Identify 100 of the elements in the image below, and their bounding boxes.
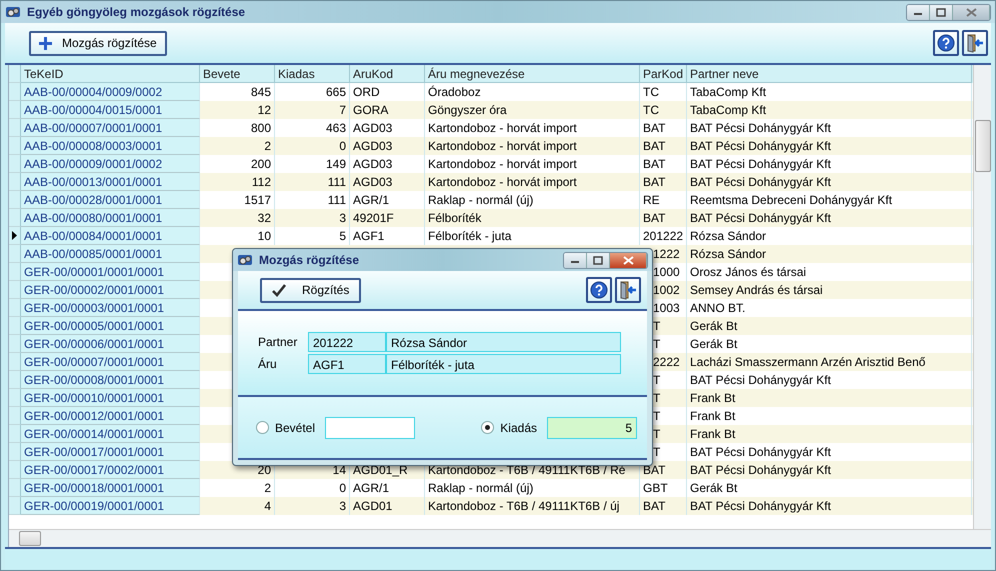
partner-name-cell: Frank Bt bbox=[687, 389, 972, 407]
code-input-field[interactable]: AGF1 bbox=[308, 354, 386, 374]
id-cell: GER-00/00005/0001/0001 bbox=[21, 317, 200, 335]
id-cell: AAB-00/00013/0001/0001 bbox=[21, 173, 200, 191]
out-quantity-cell: 3 bbox=[275, 209, 350, 227]
id-cell: GER-00/00017/0001/0001 bbox=[21, 443, 200, 461]
id-cell: GER-00/00018/0001/0001 bbox=[21, 479, 200, 497]
close-icon bbox=[966, 8, 976, 16]
minimize-button[interactable] bbox=[564, 252, 587, 268]
id-cell: AAB-00/00004/0015/0001 bbox=[21, 101, 200, 119]
id-cell: AAB-00/00004/0009/0002 bbox=[21, 83, 200, 101]
item-name-cell: Kartondoboz - horvát import bbox=[425, 137, 640, 155]
id-cell: GER-00/00019/0001/0001 bbox=[21, 497, 200, 515]
id-cell: GER-00/00001/0001/0001 bbox=[21, 263, 200, 281]
name-input-field[interactable]: Félboríték - juta bbox=[386, 354, 621, 374]
radio-option[interactable]: Kiadás bbox=[481, 420, 537, 434]
in-quantity-cell: 32 bbox=[200, 209, 275, 227]
field-label: Áru bbox=[258, 357, 278, 371]
id-cell: AAB-00/00007/0001/0001 bbox=[21, 119, 200, 137]
partner-code-cell: BAT bbox=[640, 497, 687, 515]
column-header[interactable]: Áru megnevezése bbox=[425, 65, 640, 83]
id-cell: GER-00/00007/0001/0001 bbox=[21, 353, 200, 371]
column-header[interactable]: AruKod bbox=[350, 65, 425, 83]
out-quantity-cell: 3 bbox=[275, 497, 350, 515]
column-header[interactable]: Partner neve bbox=[687, 65, 972, 83]
plus-icon bbox=[39, 36, 52, 50]
maximize-icon bbox=[936, 8, 946, 16]
column-header[interactable]: Bevete bbox=[200, 65, 275, 83]
close-button[interactable] bbox=[610, 252, 647, 268]
out-quantity-cell: 0 bbox=[275, 137, 350, 155]
item-code-cell: AGD03 bbox=[350, 137, 425, 155]
id-cell: GER-00/00008/0001/0001 bbox=[21, 371, 200, 389]
partner-name-cell: BAT Pécsi Dohánygyár Kft bbox=[687, 173, 972, 191]
item-name-cell: Kartondoboz - horvát import bbox=[425, 173, 640, 191]
window-title: Egyéb göngyöleg mozgások rögzítése bbox=[27, 5, 246, 19]
maximize-icon bbox=[593, 256, 603, 264]
exit-door-icon bbox=[619, 280, 637, 300]
item-code-cell: GORA bbox=[350, 101, 425, 119]
maximize-button[interactable] bbox=[930, 4, 953, 20]
id-cell: AAB-00/00085/0001/0001 bbox=[21, 245, 200, 263]
code-input-field[interactable]: 201222 bbox=[308, 332, 386, 352]
partner-name-cell: Rózsa Sándor bbox=[687, 245, 972, 263]
in-quantity-cell: 4 bbox=[200, 497, 275, 515]
scroll-thumb[interactable] bbox=[974, 120, 990, 172]
exit-door-icon bbox=[966, 33, 984, 53]
help-icon bbox=[590, 281, 608, 299]
scroll-thumb[interactable] bbox=[19, 531, 41, 546]
partner-name-cell: BAT Pécsi Dohánygyár Kft bbox=[687, 209, 972, 227]
id-cell: GER-00/00012/0001/0001 bbox=[21, 407, 200, 425]
partner-name-cell: BAT Pécsi Dohánygyár Kft bbox=[687, 137, 972, 155]
vertical-scrollbar[interactable] bbox=[973, 65, 991, 529]
id-cell: AAB-00/00028/0001/0001 bbox=[21, 191, 200, 209]
quantity-field[interactable]: 5 bbox=[547, 416, 637, 438]
horizontal-scrollbar[interactable] bbox=[9, 529, 991, 547]
in-quantity-cell: 112 bbox=[200, 173, 275, 191]
name-input-field[interactable]: Rózsa Sándor bbox=[386, 332, 621, 352]
out-quantity-cell: 111 bbox=[275, 173, 350, 191]
id-cell: AAB-00/00009/0001/0002 bbox=[21, 155, 200, 173]
item-code-cell: AGD03 bbox=[350, 173, 425, 191]
id-cell: GER-00/00010/0001/0001 bbox=[21, 389, 200, 407]
exit-button[interactable] bbox=[962, 30, 988, 56]
help-icon bbox=[937, 34, 955, 52]
item-name-cell: Göngyszer óra bbox=[425, 101, 640, 119]
id-cell: AAB-00/00008/0003/0001 bbox=[21, 137, 200, 155]
item-code-cell: AGD01 bbox=[350, 497, 425, 515]
save-button[interactable]: Rögzítés bbox=[260, 278, 362, 302]
in-quantity-cell: 12 bbox=[200, 101, 275, 119]
quantity-field[interactable] bbox=[325, 416, 416, 438]
add-movement-button[interactable]: Mozgás rögzítése bbox=[29, 30, 167, 56]
id-cell: GER-00/00002/0001/0001 bbox=[21, 281, 200, 299]
checkmark-icon bbox=[272, 284, 286, 296]
partner-code-cell: TC bbox=[640, 101, 687, 119]
partner-name-cell: Gerák Bt bbox=[687, 317, 972, 335]
minimize-button[interactable] bbox=[907, 4, 930, 20]
partner-name-cell: Frank Bt bbox=[687, 425, 972, 443]
dialog-title: Mozgás rögzítése bbox=[259, 253, 360, 267]
id-cell: AAB-00/00080/0001/0001 bbox=[21, 209, 200, 227]
item-name-cell: Félboríték bbox=[425, 209, 640, 227]
close-icon bbox=[622, 256, 634, 264]
radio-option[interactable]: Bevétel bbox=[256, 420, 316, 434]
maximize-button[interactable] bbox=[587, 252, 610, 268]
current-row-icon bbox=[12, 231, 17, 240]
help-button[interactable] bbox=[586, 277, 612, 303]
partner-name-cell: Semsey András és társai bbox=[687, 281, 972, 299]
row-selector[interactable] bbox=[9, 227, 21, 245]
column-header[interactable]: ParKod bbox=[640, 65, 687, 83]
in-quantity-cell: 2 bbox=[200, 137, 275, 155]
id-cell: GER-00/00006/0001/0001 bbox=[21, 335, 200, 353]
partner-code-cell: BAT bbox=[640, 209, 687, 227]
help-button[interactable] bbox=[933, 30, 959, 56]
column-header[interactable]: Kiadas bbox=[275, 65, 350, 83]
exit-button[interactable] bbox=[615, 277, 641, 303]
id-cell: GER-00/00003/0001/0001 bbox=[21, 299, 200, 317]
partner-code-cell: BAT bbox=[640, 137, 687, 155]
partner-name-cell: BAT Pécsi Dohánygyár Kft bbox=[687, 461, 972, 479]
id-cell: GER-00/00014/0001/0001 bbox=[21, 425, 200, 443]
partner-name-cell: BAT Pécsi Dohánygyár Kft bbox=[687, 497, 972, 515]
partner-name-cell: Lacházi Smasszermann Arzén Arisztid Benő bbox=[687, 353, 972, 371]
item-code-cell: 49201F bbox=[350, 209, 425, 227]
id-cell: GER-00/00017/0002/0001 bbox=[21, 461, 200, 479]
